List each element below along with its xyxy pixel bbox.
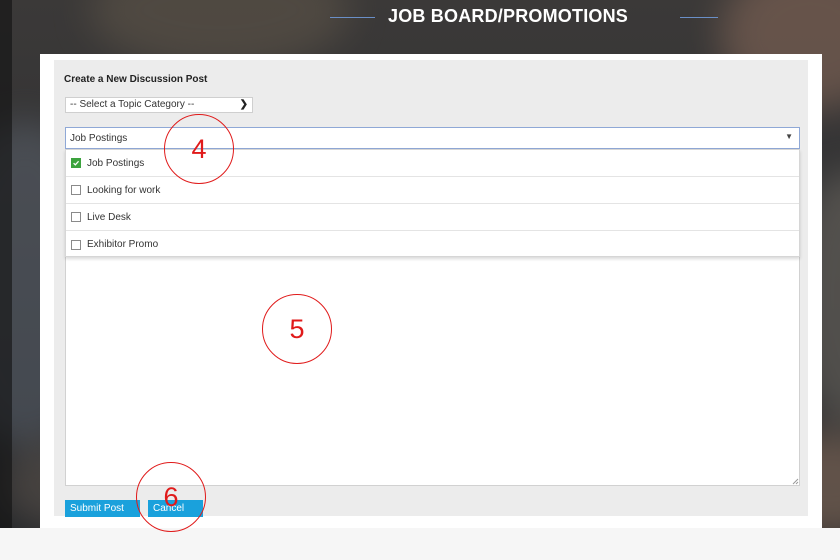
footer-band (0, 528, 840, 560)
category-select-value: Job Postings (70, 133, 128, 144)
annotation-marker-6: 6 (136, 462, 206, 532)
topic-category-select[interactable]: -- Select a Topic Category -- ❯ (65, 97, 253, 113)
resize-grip-icon[interactable] (791, 477, 799, 485)
page-title: JOB BOARD/PROMOTIONS (330, 5, 720, 29)
option-label: Looking for work (87, 184, 161, 196)
option-label: Exhibitor Promo (87, 239, 159, 250)
title-rule-right (680, 17, 718, 18)
option-looking-for-work[interactable]: Looking for work (66, 177, 799, 204)
page-title-text: JOB BOARD/PROMOTIONS (388, 6, 629, 26)
annotation-marker-4: 4 (164, 114, 234, 184)
caret-down-icon: ▼ (785, 132, 793, 141)
checkbox-checked-icon[interactable] (71, 158, 81, 168)
topic-select-value: -- Select a Topic Category -- (70, 99, 195, 110)
title-rule-left (330, 17, 375, 18)
chevron-down-icon: ❯ (239, 99, 248, 110)
form-heading: Create a New Discussion Post (64, 74, 208, 85)
option-exhibitor-promo[interactable]: Exhibitor Promo (66, 231, 799, 258)
option-label: Live Desk (87, 211, 131, 223)
discussion-card: Create a New Discussion Post -- Select a… (40, 54, 822, 528)
checkbox-icon[interactable] (71, 239, 81, 250)
post-body-textarea[interactable] (65, 254, 800, 486)
checkbox-icon[interactable] (71, 212, 81, 222)
submit-post-button[interactable]: Submit Post (65, 500, 140, 517)
option-live-desk[interactable]: Live Desk (66, 204, 799, 231)
option-label: Job Postings (87, 157, 145, 169)
checkbox-icon[interactable] (71, 185, 81, 195)
annotation-marker-5: 5 (262, 294, 332, 364)
new-post-form: Create a New Discussion Post -- Select a… (54, 60, 808, 517)
